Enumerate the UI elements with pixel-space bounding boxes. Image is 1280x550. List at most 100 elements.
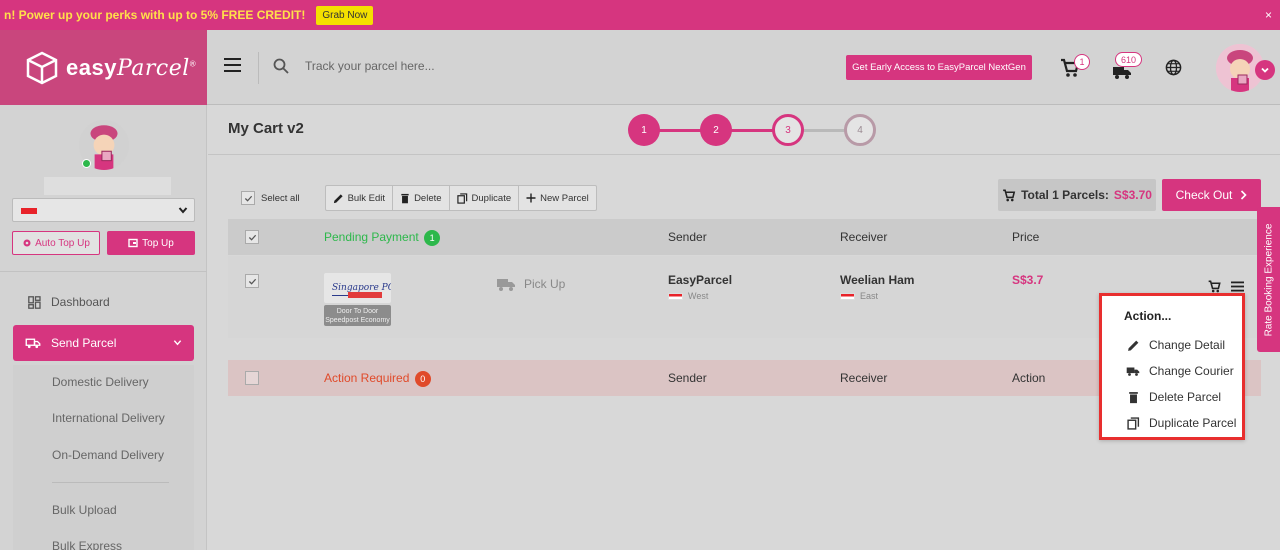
change-courier-label: Change Courier [1149,364,1234,378]
delete-label: Delete [414,192,442,204]
bulk-edit-button[interactable]: Bulk Edit [326,186,394,210]
submenu-item-international[interactable]: International Delivery [52,411,165,425]
cart-icon[interactable] [1208,280,1221,293]
pending-payment-heading: Pending Payment 1 [324,230,441,246]
sender-region: West [688,291,709,301]
topup-button[interactable]: Top Up [107,231,195,255]
cube-logo-icon [26,51,58,84]
submenu-divider [52,482,169,483]
logo-text: easyParcel® [66,54,197,81]
step-3[interactable]: 3 [772,114,804,146]
col-price: Price [1012,230,1040,244]
pending-table-header: Pending Payment 1 Sender Receiver Price [228,219,1261,255]
courier-service-label: Door To Door Speedpost Economy [324,305,391,326]
rate-booking-tab[interactable]: Rate Booking Experience [1257,207,1280,352]
sidebar-item-dashboard[interactable]: Dashboard [28,295,110,309]
chevron-down-icon [173,340,182,346]
submenu-item-bulk-express[interactable]: Bulk Express [52,539,122,550]
total-label: Total 1 Parcels: [1021,188,1109,202]
duplicate-parcel-item[interactable]: Duplicate Parcel [1126,416,1236,430]
row-select-checkbox[interactable] [245,274,259,288]
submenu-item-on-demand[interactable]: On-Demand Delivery [52,448,164,462]
trash-icon [1128,391,1138,403]
shipments-button[interactable]: 610 [1112,52,1146,82]
step-connector [802,129,846,132]
copy-icon [1126,416,1139,430]
step-4: 4 [844,114,876,146]
singapore-flag-icon [668,292,683,300]
change-detail-item[interactable]: Change Detail [1126,338,1225,352]
col-sender: Sender [668,371,707,385]
promo-text: n! Power up your perks with up to 5% FRE… [4,8,306,22]
gear-icon [23,239,31,247]
col-sender: Sender [668,230,707,244]
chevron-down-icon [178,207,188,214]
cart-total: Total 1 Parcels: S$3.70 [998,179,1156,211]
svg-text:Singapore POST: Singapore POST [332,283,391,293]
receiver-name: Weelian Ham [840,273,915,287]
total-value: S$3.70 [1113,188,1152,202]
auto-topup-button[interactable]: Auto Top Up [12,231,100,255]
checkbox[interactable] [241,191,255,205]
cart-button[interactable]: 1 [1060,54,1090,80]
topup-label: Top Up [142,237,174,249]
step-1[interactable]: 1 [628,114,660,146]
submenu-item-domestic[interactable]: Domestic Delivery [52,375,149,389]
step-connector [658,129,702,132]
copy-icon [456,192,467,204]
send-parcel-submenu: Domestic Delivery International Delivery… [13,365,194,550]
bulk-action-group: Bulk Edit Delete Duplicate New Parcel [324,185,597,211]
cart-icon [1003,189,1016,201]
shipment-count-badge: 610 [1115,52,1142,67]
step-2[interactable]: 2 [700,114,732,146]
singapore-flag-icon [840,292,855,300]
change-detail-label: Change Detail [1149,338,1226,352]
nextgen-access-button[interactable]: Get Early Access to EasyParcel NextGen [846,55,1032,80]
pending-select-checkbox[interactable] [245,230,259,244]
sidebar-item-label: Dashboard [51,295,110,309]
close-icon[interactable]: × [1265,8,1272,22]
grab-now-button[interactable]: Grab Now [316,5,374,25]
search-input[interactable] [305,56,605,76]
pending-count-badge: 1 [424,230,441,246]
rate-booking-label: Rate Booking Experience [1263,223,1274,336]
auto-topup-label: Auto Top Up [35,237,90,249]
promo-banner: n! Power up your perks with up to 5% FRE… [0,0,1280,30]
menu-icon[interactable] [1231,281,1244,292]
sidebar-item-send-parcel[interactable]: Send Parcel [13,325,194,361]
username-placeholder [44,177,171,195]
logo[interactable]: easyParcel® [0,30,207,105]
checkout-button[interactable]: Check Out [1162,179,1261,211]
country-select[interactable] [12,198,195,222]
action-menu-title: Action... [1124,309,1172,323]
select-all-checkbox[interactable]: Select all [234,186,307,210]
action-required-count-badge: 0 [414,371,431,387]
top-header: easyParcel® Get Early Access to EasyParc… [0,30,1280,105]
change-courier-item[interactable]: Change Courier [1126,364,1234,378]
menu-icon[interactable] [224,58,241,72]
delete-parcel-item[interactable]: Delete Parcel [1126,390,1221,404]
singapore-flag-icon [21,208,37,214]
chevron-down-icon[interactable] [1255,60,1275,80]
delete-parcel-label: Delete Parcel [1149,390,1222,404]
globe-icon[interactable] [1165,59,1182,76]
checkout-label: Check Out [1175,188,1233,202]
action-required-heading: Action Required 0 [324,371,431,387]
cart-count-badge: 1 [1074,54,1090,70]
col-receiver: Receiver [840,371,888,385]
checkmark-icon [248,234,256,241]
action-required-checkbox[interactable] [245,371,259,385]
truck-icon [1126,367,1140,376]
singapore-post-logo-icon: Singapore POST [332,283,391,298]
new-parcel-button[interactable]: New Parcel [519,186,596,210]
duplicate-button[interactable]: Duplicate [450,186,520,210]
row-actions [1208,280,1244,293]
sidebar: Auto Top Up Top Up Dashboard Send Parcel… [0,105,207,550]
sidebar-divider [0,271,207,272]
col-receiver: Receiver [840,230,888,244]
page-header: My Cart v2 1 2 3 4 [208,105,1280,155]
pencil-icon [1127,340,1138,351]
submenu-item-bulk-upload[interactable]: Bulk Upload [52,503,117,517]
row-price: S$3.7 [1012,273,1044,287]
delete-button[interactable]: Delete [393,186,450,210]
